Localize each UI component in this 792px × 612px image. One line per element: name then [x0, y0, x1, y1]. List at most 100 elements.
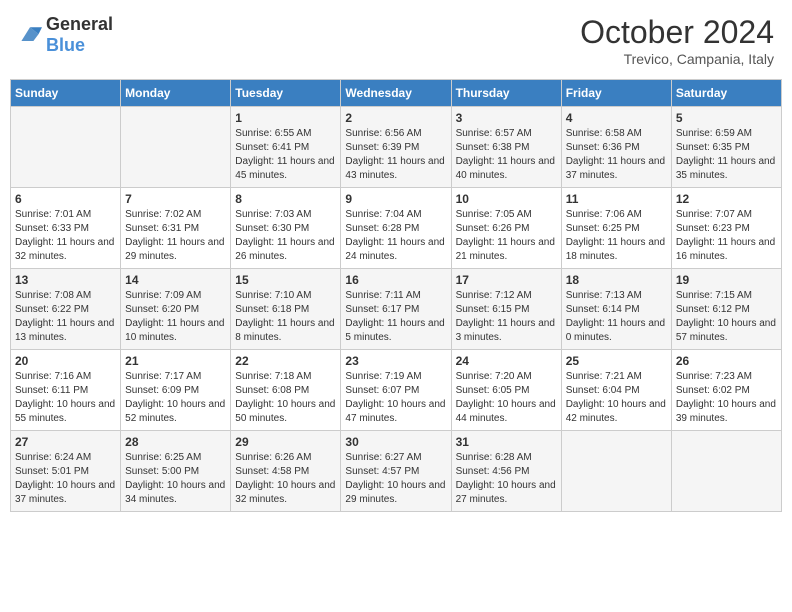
logo-blue-text: Blue — [46, 35, 85, 55]
day-number: 19 — [676, 273, 777, 287]
daylight-text: Daylight: 11 hours and 0 minutes. — [566, 318, 665, 343]
day-number: 29 — [235, 435, 336, 449]
sunrise-text: Sunrise: 7:12 AM — [456, 290, 532, 301]
day-info: Sunrise: 6:25 AM Sunset: 5:00 PM Dayligh… — [125, 451, 226, 507]
sunrise-text: Sunrise: 7:10 AM — [235, 290, 311, 301]
day-number: 15 — [235, 273, 336, 287]
month-title: October 2024 — [580, 14, 774, 51]
sunset-text: Sunset: 4:56 PM — [456, 466, 530, 477]
sunset-text: Sunset: 6:39 PM — [345, 142, 419, 153]
sunrise-text: Sunrise: 7:23 AM — [676, 371, 752, 382]
day-number: 2 — [345, 111, 446, 125]
sunrise-text: Sunrise: 7:11 AM — [345, 290, 420, 301]
sunrise-text: Sunrise: 6:57 AM — [456, 128, 532, 139]
day-number: 3 — [456, 111, 557, 125]
sunrise-text: Sunrise: 7:04 AM — [345, 209, 421, 220]
calendar-body: 1 Sunrise: 6:55 AM Sunset: 6:41 PM Dayli… — [11, 107, 782, 512]
calendar-cell: 2 Sunrise: 6:56 AM Sunset: 6:39 PM Dayli… — [341, 107, 451, 188]
day-info: Sunrise: 7:04 AM Sunset: 6:28 PM Dayligh… — [345, 208, 446, 264]
daylight-text: Daylight: 11 hours and 5 minutes. — [345, 318, 444, 343]
sunset-text: Sunset: 4:57 PM — [345, 466, 419, 477]
day-info: Sunrise: 7:12 AM Sunset: 6:15 PM Dayligh… — [456, 289, 557, 345]
sunrise-text: Sunrise: 7:15 AM — [676, 290, 752, 301]
calendar-cell: 30 Sunrise: 6:27 AM Sunset: 4:57 PM Dayl… — [341, 431, 451, 512]
calendar-cell: 16 Sunrise: 7:11 AM Sunset: 6:17 PM Dayl… — [341, 269, 451, 350]
sunrise-text: Sunrise: 7:20 AM — [456, 371, 532, 382]
day-number: 1 — [235, 111, 336, 125]
sunrise-text: Sunrise: 7:08 AM — [15, 290, 91, 301]
day-info: Sunrise: 6:26 AM Sunset: 4:58 PM Dayligh… — [235, 451, 336, 507]
daylight-text: Daylight: 11 hours and 24 minutes. — [345, 237, 444, 262]
day-info: Sunrise: 7:15 AM Sunset: 6:12 PM Dayligh… — [676, 289, 777, 345]
calendar-cell: 21 Sunrise: 7:17 AM Sunset: 6:09 PM Dayl… — [121, 350, 231, 431]
calendar-cell: 24 Sunrise: 7:20 AM Sunset: 6:05 PM Dayl… — [451, 350, 561, 431]
sunset-text: Sunset: 6:31 PM — [125, 223, 199, 234]
day-info: Sunrise: 7:05 AM Sunset: 6:26 PM Dayligh… — [456, 208, 557, 264]
day-number: 12 — [676, 192, 777, 206]
sunset-text: Sunset: 6:28 PM — [345, 223, 419, 234]
day-info: Sunrise: 6:57 AM Sunset: 6:38 PM Dayligh… — [456, 127, 557, 183]
daylight-text: Daylight: 11 hours and 37 minutes. — [566, 156, 665, 181]
sunset-text: Sunset: 6:36 PM — [566, 142, 640, 153]
daylight-text: Daylight: 11 hours and 26 minutes. — [235, 237, 334, 262]
sunrise-text: Sunrise: 7:09 AM — [125, 290, 201, 301]
sunrise-text: Sunrise: 7:21 AM — [566, 371, 642, 382]
day-info: Sunrise: 7:01 AM Sunset: 6:33 PM Dayligh… — [15, 208, 116, 264]
sunrise-text: Sunrise: 7:02 AM — [125, 209, 201, 220]
day-of-week-header: Wednesday — [341, 80, 451, 107]
sunset-text: Sunset: 6:04 PM — [566, 385, 640, 396]
daylight-text: Daylight: 11 hours and 13 minutes. — [15, 318, 114, 343]
calendar-cell: 15 Sunrise: 7:10 AM Sunset: 6:18 PM Dayl… — [231, 269, 341, 350]
calendar-cell: 31 Sunrise: 6:28 AM Sunset: 4:56 PM Dayl… — [451, 431, 561, 512]
day-number: 6 — [15, 192, 116, 206]
day-info: Sunrise: 7:11 AM Sunset: 6:17 PM Dayligh… — [345, 289, 446, 345]
calendar-cell: 9 Sunrise: 7:04 AM Sunset: 6:28 PM Dayli… — [341, 188, 451, 269]
day-number: 13 — [15, 273, 116, 287]
day-of-week-header: Thursday — [451, 80, 561, 107]
calendar-cell: 12 Sunrise: 7:07 AM Sunset: 6:23 PM Dayl… — [671, 188, 781, 269]
day-number: 9 — [345, 192, 446, 206]
day-of-week-header: Saturday — [671, 80, 781, 107]
day-info: Sunrise: 7:08 AM Sunset: 6:22 PM Dayligh… — [15, 289, 116, 345]
daylight-text: Daylight: 11 hours and 3 minutes. — [456, 318, 555, 343]
calendar-cell: 26 Sunrise: 7:23 AM Sunset: 6:02 PM Dayl… — [671, 350, 781, 431]
sunrise-text: Sunrise: 7:16 AM — [15, 371, 91, 382]
daylight-text: Daylight: 11 hours and 32 minutes. — [15, 237, 114, 262]
sunrise-text: Sunrise: 7:03 AM — [235, 209, 311, 220]
day-number: 11 — [566, 192, 667, 206]
day-number: 31 — [456, 435, 557, 449]
sunrise-text: Sunrise: 6:59 AM — [676, 128, 752, 139]
calendar-cell: 29 Sunrise: 6:26 AM Sunset: 4:58 PM Dayl… — [231, 431, 341, 512]
day-of-week-header: Monday — [121, 80, 231, 107]
sunset-text: Sunset: 6:02 PM — [676, 385, 750, 396]
day-info: Sunrise: 7:17 AM Sunset: 6:09 PM Dayligh… — [125, 370, 226, 426]
page-header: General Blue October 2024 Trevico, Campa… — [10, 10, 782, 71]
day-number: 23 — [345, 354, 446, 368]
logo-icon — [18, 25, 42, 45]
daylight-text: Daylight: 10 hours and 55 minutes. — [15, 399, 115, 424]
calendar-cell: 3 Sunrise: 6:57 AM Sunset: 6:38 PM Dayli… — [451, 107, 561, 188]
day-number: 14 — [125, 273, 226, 287]
calendar-cell: 7 Sunrise: 7:02 AM Sunset: 6:31 PM Dayli… — [121, 188, 231, 269]
daylight-text: Daylight: 11 hours and 35 minutes. — [676, 156, 775, 181]
day-of-week-header: Friday — [561, 80, 671, 107]
calendar-cell: 20 Sunrise: 7:16 AM Sunset: 6:11 PM Dayl… — [11, 350, 121, 431]
sunrise-text: Sunrise: 7:17 AM — [125, 371, 201, 382]
day-number: 27 — [15, 435, 116, 449]
calendar-cell: 6 Sunrise: 7:01 AM Sunset: 6:33 PM Dayli… — [11, 188, 121, 269]
calendar-cell: 11 Sunrise: 7:06 AM Sunset: 6:25 PM Dayl… — [561, 188, 671, 269]
calendar-cell: 28 Sunrise: 6:25 AM Sunset: 5:00 PM Dayl… — [121, 431, 231, 512]
sunset-text: Sunset: 5:00 PM — [125, 466, 199, 477]
sunset-text: Sunset: 6:18 PM — [235, 304, 309, 315]
sunset-text: Sunset: 6:07 PM — [345, 385, 419, 396]
calendar-cell: 22 Sunrise: 7:18 AM Sunset: 6:08 PM Dayl… — [231, 350, 341, 431]
day-info: Sunrise: 7:19 AM Sunset: 6:07 PM Dayligh… — [345, 370, 446, 426]
day-info: Sunrise: 7:09 AM Sunset: 6:20 PM Dayligh… — [125, 289, 226, 345]
day-info: Sunrise: 6:24 AM Sunset: 5:01 PM Dayligh… — [15, 451, 116, 507]
day-number: 10 — [456, 192, 557, 206]
location-subtitle: Trevico, Campania, Italy — [580, 51, 774, 67]
sunrise-text: Sunrise: 6:56 AM — [345, 128, 421, 139]
day-info: Sunrise: 6:27 AM Sunset: 4:57 PM Dayligh… — [345, 451, 446, 507]
day-number: 7 — [125, 192, 226, 206]
day-number: 22 — [235, 354, 336, 368]
